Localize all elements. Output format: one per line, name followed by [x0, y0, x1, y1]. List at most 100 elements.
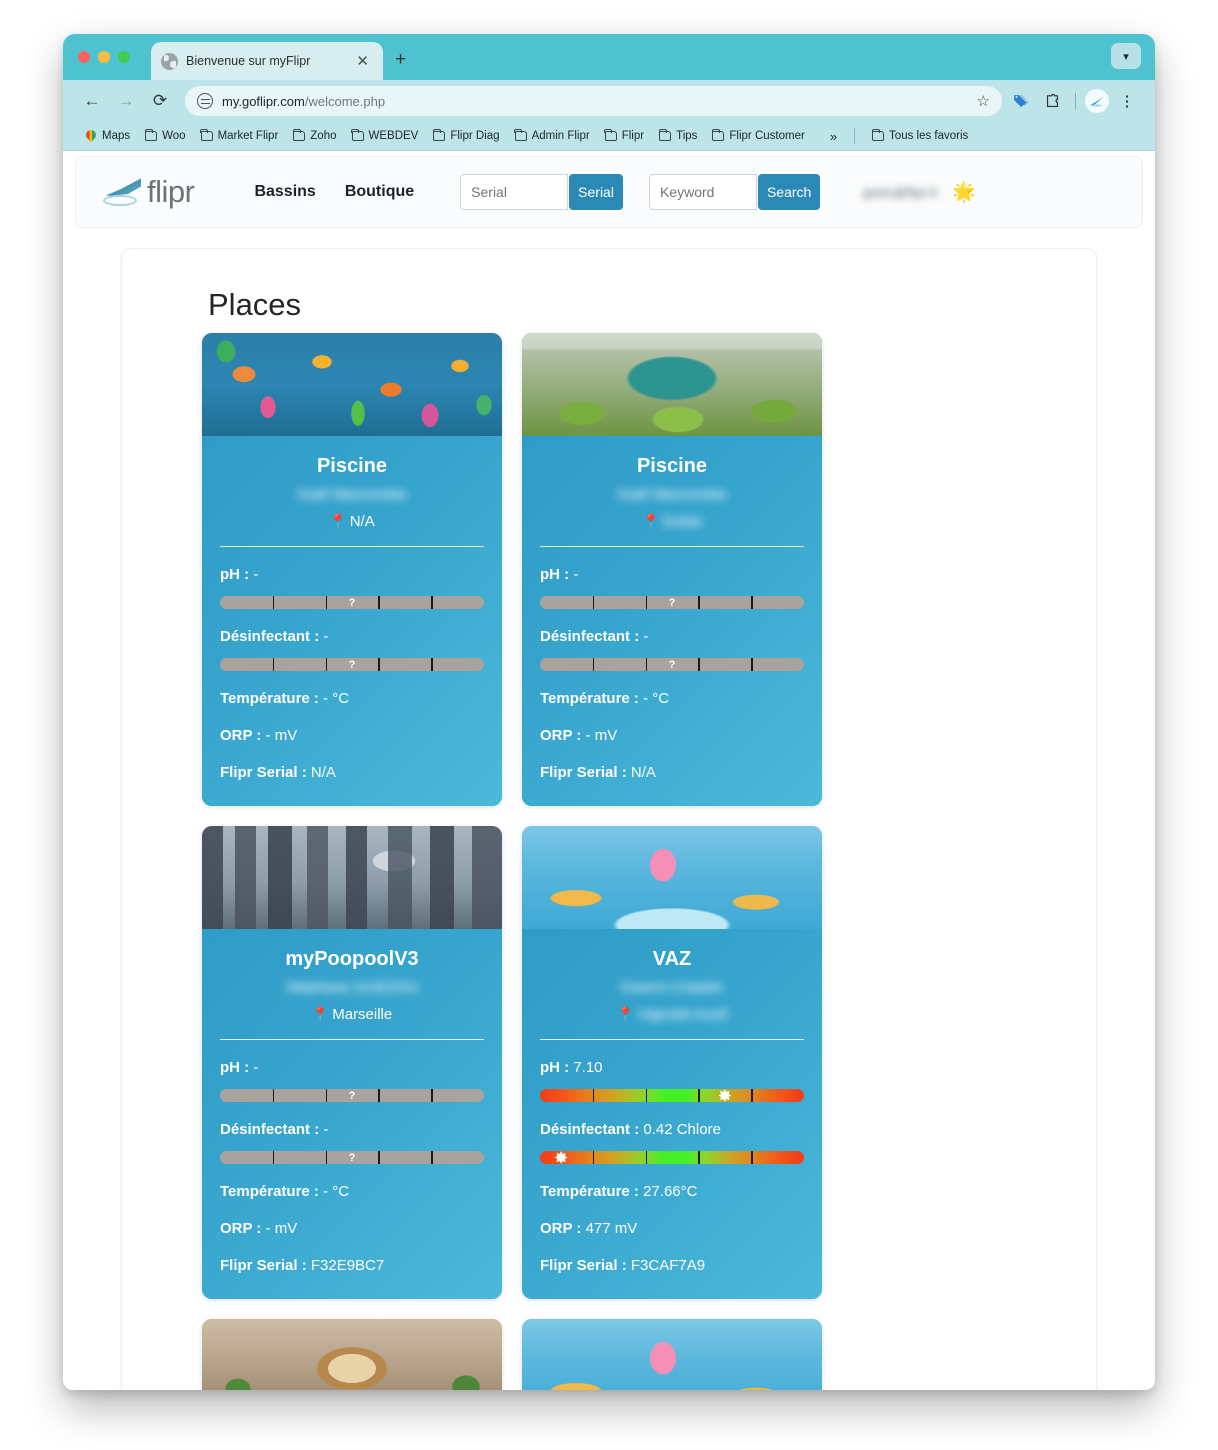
nav-link-boutique[interactable]: Boutique — [345, 183, 414, 201]
bookmark-item-flipr-customer[interactable]: Flipr Customer — [706, 128, 810, 144]
browser-toolbar: ← → ⟳ my.goflipr.com/welcome.php ☆ ⋮ — [63, 80, 1155, 122]
place-photo — [522, 826, 822, 929]
gauge-unknown-glyph: ? — [348, 658, 356, 671]
metric-serial: Flipr Serial : N/A — [540, 764, 804, 782]
nav-link-bassins[interactable]: Bassins — [254, 183, 315, 201]
bookmark-item-flipr-diag[interactable]: Flipr Diag — [427, 128, 505, 144]
place-name: VAZ — [652, 948, 692, 970]
browser-tab-strip: Bienvenue sur myFlipr ✕ + ▾ — [63, 34, 1155, 80]
metric-ph-value: - — [253, 566, 259, 583]
gauge-unknown-glyph: ? — [668, 658, 676, 671]
metric-temperature-label: Température : — [540, 690, 644, 707]
metric-orp-value: - mV — [265, 727, 298, 744]
gauge-tick — [751, 1151, 753, 1164]
metric-serial: Flipr Serial : N/A — [220, 764, 484, 782]
search-button[interactable]: Search — [757, 174, 821, 210]
metric-serial-label: Flipr Serial : — [540, 764, 631, 781]
bookmark-item-woo[interactable]: Woo — [139, 128, 191, 144]
place-card-body: VAZ Gwenn Crawler 📍 Vigeulet Auzil pH : 7.10… — [522, 929, 822, 1299]
serial-search-button[interactable]: Serial — [569, 174, 623, 210]
disinfectant-gauge: ? — [220, 658, 484, 671]
metric-ph-label: pH : — [220, 566, 254, 583]
folder-icon — [871, 128, 885, 141]
place-card[interactable]: HotGwenn Crawler📍MiamipH : 6.69Désinfect… — [202, 1319, 502, 1390]
metric-disinfectant: Désinfectant : - — [540, 628, 804, 646]
bookmark-item-flipr[interactable]: Flipr — [599, 128, 650, 144]
folder-icon — [144, 128, 158, 141]
bookmark-item-zoho[interactable]: Zoho — [287, 128, 342, 144]
place-card[interactable]: VAZ Gwenn Crawler 📍 Vigeulet Auzil pH : 7.10… — [522, 826, 822, 1299]
star-icon[interactable]: ☆ — [977, 92, 990, 110]
place-owner: Gwenn Crawler — [620, 979, 724, 996]
metric-disinfectant-value: - — [323, 628, 329, 645]
bookmark-item-market-flipr[interactable]: Market Flipr — [195, 128, 285, 144]
place-card[interactable]: Piscine Gaël Marcorelas 📍 N/A pH : -? Désinfe… — [202, 333, 502, 806]
gauge-tick — [645, 1089, 647, 1102]
bookmark-label: Admin Flipr — [531, 130, 590, 142]
card-divider — [220, 546, 484, 547]
shark-fin-icon — [103, 176, 145, 208]
bookmark-item-admin-flipr[interactable]: Admin Flipr — [509, 128, 596, 144]
metric-temperature-label: Température : — [540, 1183, 644, 1200]
page-title: Places — [208, 287, 302, 322]
place-location-text: Dubai — [662, 512, 702, 530]
browser-tab[interactable]: Bienvenue sur myFlipr ✕ — [151, 42, 383, 80]
place-photo — [522, 333, 822, 436]
gauge-unknown-glyph: ? — [348, 1089, 356, 1102]
window-controls — [78, 51, 130, 63]
place-card[interactable]: testJean-François HUGUET📍Granzay-GriptpH… — [522, 1319, 822, 1390]
place-card[interactable]: Piscine Gaël Marcorelas 📍 Dubai pH : -? Désin… — [522, 333, 822, 806]
metric-orp-label: ORP : — [220, 727, 266, 744]
keyword-input[interactable] — [648, 174, 757, 210]
bookmark-item-tips[interactable]: Tips — [653, 128, 703, 144]
toolbar-divider — [1075, 92, 1076, 110]
arrow-left-icon[interactable]: ← — [77, 86, 107, 116]
metric-disinfectant: Désinfectant : 0.42 Chlore — [540, 1121, 804, 1139]
bookmarks-bar: Maps Woo Market Flipr Zoho WEBDEV Flipr … — [63, 122, 1155, 151]
metric-temperature: Température : - °C — [540, 690, 804, 708]
metric-orp-label: ORP : — [220, 1220, 266, 1237]
metric-serial: Flipr Serial : F32E9BC7 — [220, 1257, 484, 1275]
place-card[interactable]: myPoopoolV3 Stéphane GUEZOU 📍 Marseille pH :… — [202, 826, 502, 1299]
bookmark-item-all-bookmarks[interactable]: Tous les favoris — [866, 128, 974, 144]
tag-icon[interactable] — [1006, 87, 1034, 115]
disinfectant-gauge: ? — [220, 1151, 484, 1164]
metric-temperature: Température : - °C — [220, 690, 484, 708]
maximize-window-button[interactable] — [118, 51, 130, 63]
gauge-tick — [698, 1151, 700, 1164]
serial-input[interactable] — [460, 174, 569, 210]
address-bar[interactable]: my.goflipr.com/welcome.php ☆ — [185, 86, 1002, 116]
kebab-menu-icon[interactable]: ⋮ — [1113, 87, 1141, 115]
plus-icon[interactable]: + — [395, 50, 406, 69]
close-icon[interactable]: ✕ — [352, 52, 373, 71]
place-card-body: Piscine Gaël Marcorelas 📍 N/A pH : -? Désinfe… — [202, 436, 502, 806]
double-chevron-right-icon[interactable]: » — [824, 129, 843, 144]
place-location-text: Marseille — [332, 1005, 393, 1023]
bookmark-item-maps[interactable]: Maps — [79, 128, 136, 145]
metric-ph-value: - — [573, 566, 579, 583]
bookmark-label: Woo — [162, 130, 186, 142]
gauge-tick — [698, 1089, 700, 1102]
metric-ph-value: - — [253, 1059, 259, 1076]
site-settings-icon[interactable] — [197, 93, 213, 109]
card-divider — [220, 1039, 484, 1040]
flipr-logo[interactable]: flipr — [103, 174, 195, 210]
ph-gauge — [540, 1089, 804, 1102]
minimize-window-button[interactable] — [98, 51, 110, 63]
place-owner: Gaël Marcorelas — [616, 486, 728, 503]
metric-ph: pH : - — [540, 566, 804, 584]
reload-icon[interactable]: ⟳ — [145, 86, 175, 116]
extensions-puzzle-icon[interactable] — [1038, 87, 1066, 115]
metric-serial-label: Flipr Serial : — [220, 1257, 311, 1274]
profile-avatar-icon[interactable] — [1085, 89, 1109, 113]
bookmark-label: Flipr — [621, 130, 645, 142]
metric-temperature-value: - °C — [643, 690, 670, 707]
chevron-down-icon[interactable]: ▾ — [1111, 43, 1141, 69]
user-email[interactable]: gwen@flipr.fr — [862, 185, 938, 200]
metric-serial-value: F32E9BC7 — [310, 1257, 385, 1274]
metric-disinfectant-label: Désinfectant : — [220, 1121, 324, 1138]
bookmark-item-webdev[interactable]: WEBDEV — [346, 128, 425, 144]
close-window-button[interactable] — [78, 51, 90, 63]
arrow-right-icon[interactable]: → — [111, 86, 141, 116]
bookmarks-divider — [854, 128, 856, 144]
